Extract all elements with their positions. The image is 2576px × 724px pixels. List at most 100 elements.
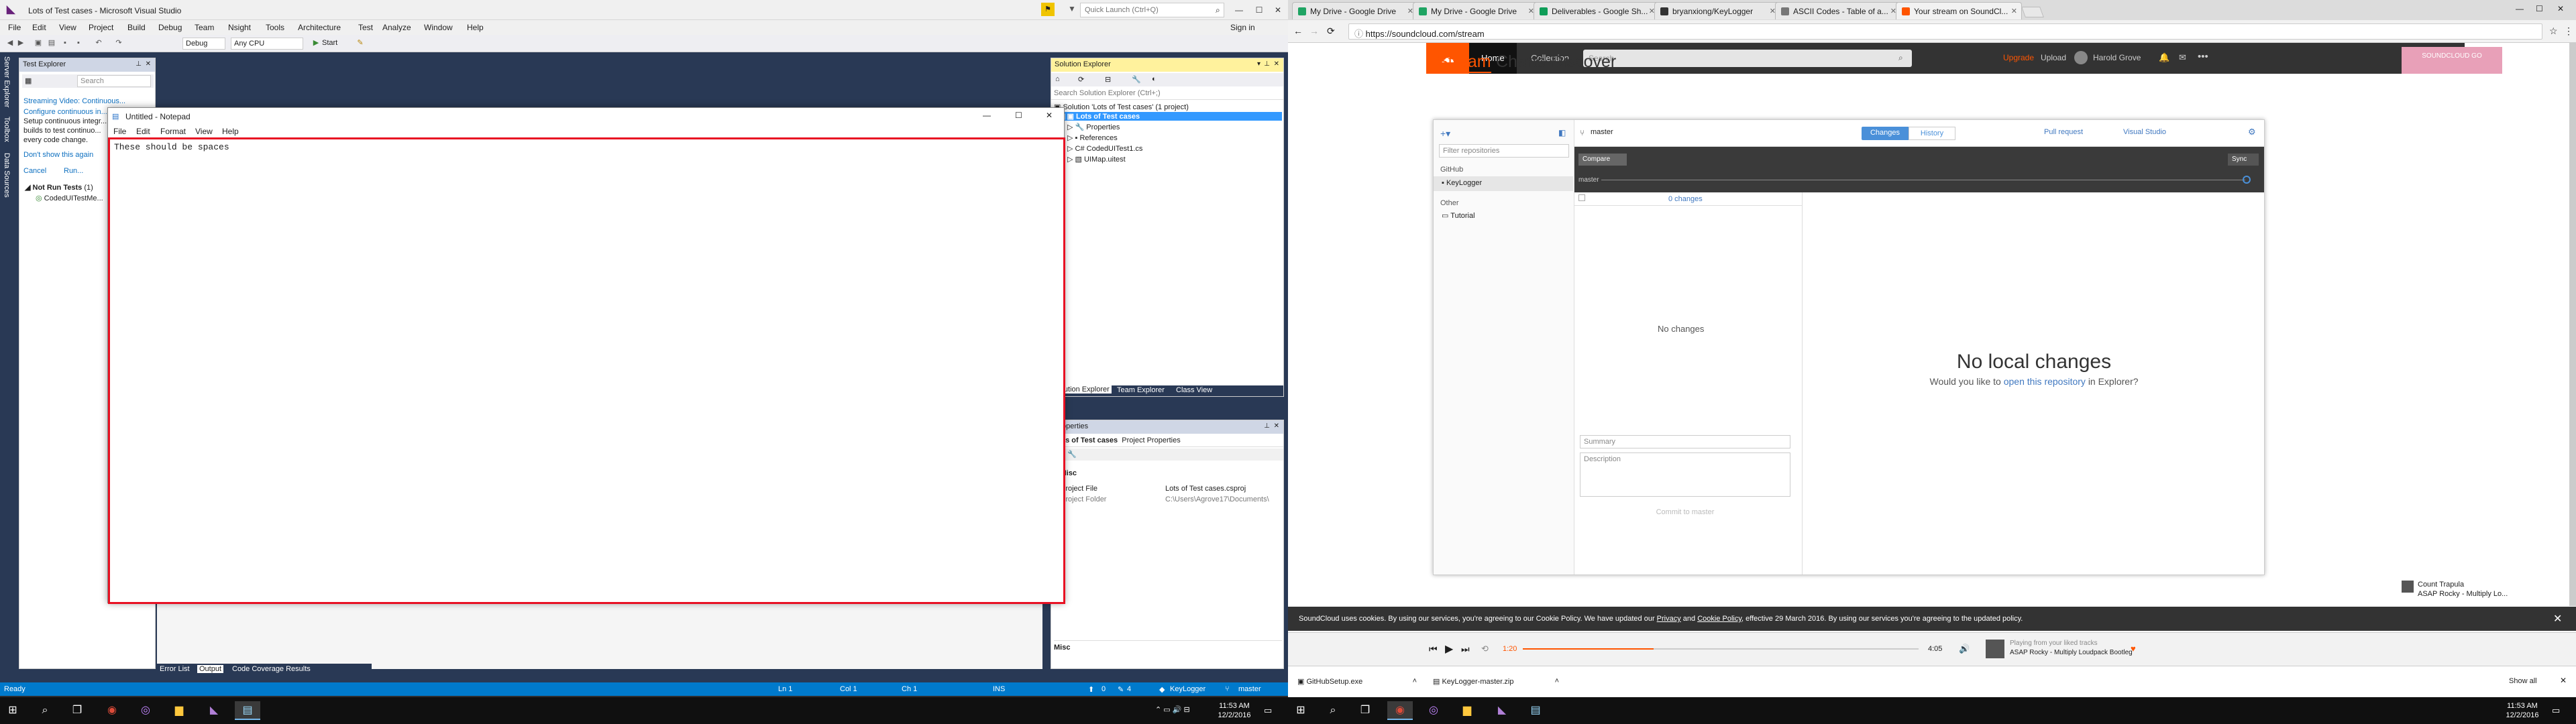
team-explorer-tab[interactable]: Team Explorer [1117,386,1165,394]
unpublished-count[interactable]: 0 [1102,685,1106,693]
tab-discover[interactable]: Discover [1551,52,1616,72]
soundcloud-search-input[interactable]: Search [1583,50,1912,67]
not-run-group[interactable]: ◢ Not Run Tests (1) [25,183,93,192]
menu-view[interactable]: View [59,23,76,32]
commit-summary-input[interactable]: Summary [1580,435,1790,448]
prop-value[interactable]: C:\Users\Agrove17\Documents\ [1165,495,1269,503]
configuration-dropdown[interactable]: Debug [182,38,225,50]
forward-icon[interactable]: → [1309,25,1319,36]
close-icon[interactable]: ✕ [1274,60,1279,68]
chrome-icon[interactable]: ◉ [99,701,125,720]
platform-dropdown[interactable]: Any CPU [231,38,303,50]
menu-edit[interactable]: Edit [136,127,150,136]
page-scrollbar[interactable] [2569,43,2576,606]
commit-description-input[interactable]: Description [1580,452,1790,497]
search-icon[interactable]: ⌕ [1320,701,1346,720]
pull-request-button[interactable]: Pull request [2044,128,2083,136]
maximize-button[interactable]: ☐ [1015,111,1022,120]
add-repo-icon[interactable]: +▾ [1440,128,1450,139]
codeduitest-node[interactable]: ▷ C# CodedUITest1.cs [1067,144,1142,153]
references-node[interactable]: ▷ ▪ References [1067,133,1118,142]
start-menu-icon[interactable]: ⊞ [1288,701,1313,720]
notifications-icon[interactable]: 🔔 [2159,52,2169,63]
filter-repositories-input[interactable]: Filter repositories [1439,144,1569,158]
chrome-icon[interactable]: ◉ [1387,701,1413,720]
open-repository-link[interactable]: open this repository [2004,376,2086,387]
more-icon[interactable]: ••• [2198,51,2208,62]
new-project-icon[interactable]: ▣ [34,38,43,48]
now-playing-title[interactable]: ASAP Rocky - Multiply Loudpack Bootleg [2010,649,2133,656]
menu-file[interactable]: File [113,127,126,136]
error-list-tab[interactable]: Error List [160,665,190,673]
tab-google-drive[interactable]: My Drive - Google Drive ✕ [1292,2,1418,19]
minimize-button[interactable]: — [1228,3,1250,17]
track-artwork[interactable] [2402,581,2414,593]
repo-keylogger[interactable]: ▪ KeyLogger [1434,176,1573,191]
undo-icon[interactable]: ↶ [94,38,103,48]
maximize-button[interactable]: ☐ [2536,4,2543,13]
prop-value[interactable]: Lots of Test cases.csproj [1165,485,1246,493]
upload-link[interactable]: Upload [2041,53,2066,62]
properties-node[interactable]: ▷ 🔧 Properties [1067,123,1120,131]
branch-selector[interactable]: master [1591,128,1613,136]
compare-button[interactable]: Compare [1578,154,1627,166]
menu-format[interactable]: Format [160,127,186,136]
address-bar[interactable]: ⓘ https://soundcloud.com/stream [1348,23,2542,40]
action-center-icon[interactable]: ▭ [1264,705,1272,716]
notepad-taskbar-icon[interactable]: ▤ [235,701,260,720]
menu-help[interactable]: Help [467,23,484,32]
code-coverage-tab[interactable]: Code Coverage Results [232,665,311,673]
close-button[interactable]: ✕ [1046,111,1053,120]
github-desktop-icon[interactable]: ◎ [133,701,158,720]
branch-name[interactable]: master [1238,685,1261,693]
start-menu-icon[interactable]: ⊞ [0,701,25,720]
file-explorer-icon[interactable]: ▆ [166,701,192,720]
user-name[interactable]: Harold Grove [2093,53,2141,62]
tab-google-drive-2[interactable]: My Drive - Google Drive ✕ [1413,2,1539,19]
solution-root[interactable]: ▣ Solution 'Lots of Test cases' (1 proje… [1054,103,1189,111]
close-icon[interactable]: ✕ [2560,676,2567,685]
system-clock[interactable]: 11:53 AM 12/2/2016 [2502,701,2542,720]
action-center-icon[interactable]: ▭ [2552,705,2560,716]
menu-build[interactable]: Build [127,23,146,32]
visual-studio-taskbar-icon[interactable]: ◣ [1489,701,1515,720]
close-tab-icon[interactable]: ✕ [2011,7,2017,15]
redo-icon[interactable]: ↷ [114,38,123,48]
volume-icon[interactable]: 🔊 [1959,644,1970,654]
minimize-button[interactable]: — [983,111,991,120]
dropdown-icon[interactable]: ▾ [1257,60,1260,68]
history-tab[interactable]: History [1909,127,1955,140]
messages-icon[interactable]: ✉ [2179,52,2186,63]
output-tab[interactable]: Output [197,665,224,673]
server-explorer-tab[interactable]: Server Explorer [3,56,11,107]
preview-icon[interactable]: ◐ [1152,75,1157,83]
shuffle-icon[interactable]: ⟲ [1481,644,1489,654]
streaming-video-link[interactable]: Streaming Video: Continuous... [23,97,125,105]
menu-nsight[interactable]: Nsight [228,23,251,32]
cancel-link[interactable]: Cancel [23,167,46,175]
solution-search-input[interactable]: Search Solution Explorer (Ctrl+;) [1051,88,1283,100]
menu-help[interactable]: Help [222,127,239,136]
file-explorer-icon[interactable]: ▆ [1454,701,1480,720]
reload-icon[interactable]: ⟳ [1327,25,1335,37]
repository-name[interactable]: KeyLogger [1170,685,1205,693]
new-tab-button[interactable] [2021,7,2044,17]
save-icon[interactable]: ▪ [60,38,70,48]
github-desktop-icon[interactable]: ◎ [1421,701,1446,720]
like-heart-icon[interactable]: ♥ [2131,644,2136,654]
download-item[interactable]: ▣ GitHubSetup.exe ˄ [1293,672,1421,692]
close-icon[interactable]: ✕ [1274,422,1279,430]
forward-icon[interactable]: ▶ [16,38,25,48]
chevron-up-icon[interactable]: ˄ [1555,677,1559,685]
project-node[interactable]: ◢ ▣ Lots of Test cases [1054,112,1282,121]
close-button[interactable]: ✕ [2557,4,2564,13]
show-all-downloads[interactable]: Show all [2509,677,2537,685]
bookmark-star-icon[interactable]: ☆ [2549,25,2558,37]
save-all-icon[interactable]: ▪ [74,38,83,48]
tab-deliverables[interactable]: Deliverables - Google Sh... ✕ [1534,2,1660,19]
tab-soundcloud[interactable]: Your stream on SoundCl... ✕ [1896,2,2022,19]
class-view-tab[interactable]: Class View [1176,386,1212,394]
menu-edit[interactable]: Edit [32,23,46,32]
next-track-icon[interactable]: ⏭ [1461,644,1470,655]
changes-tab[interactable]: Changes [1862,127,1909,140]
